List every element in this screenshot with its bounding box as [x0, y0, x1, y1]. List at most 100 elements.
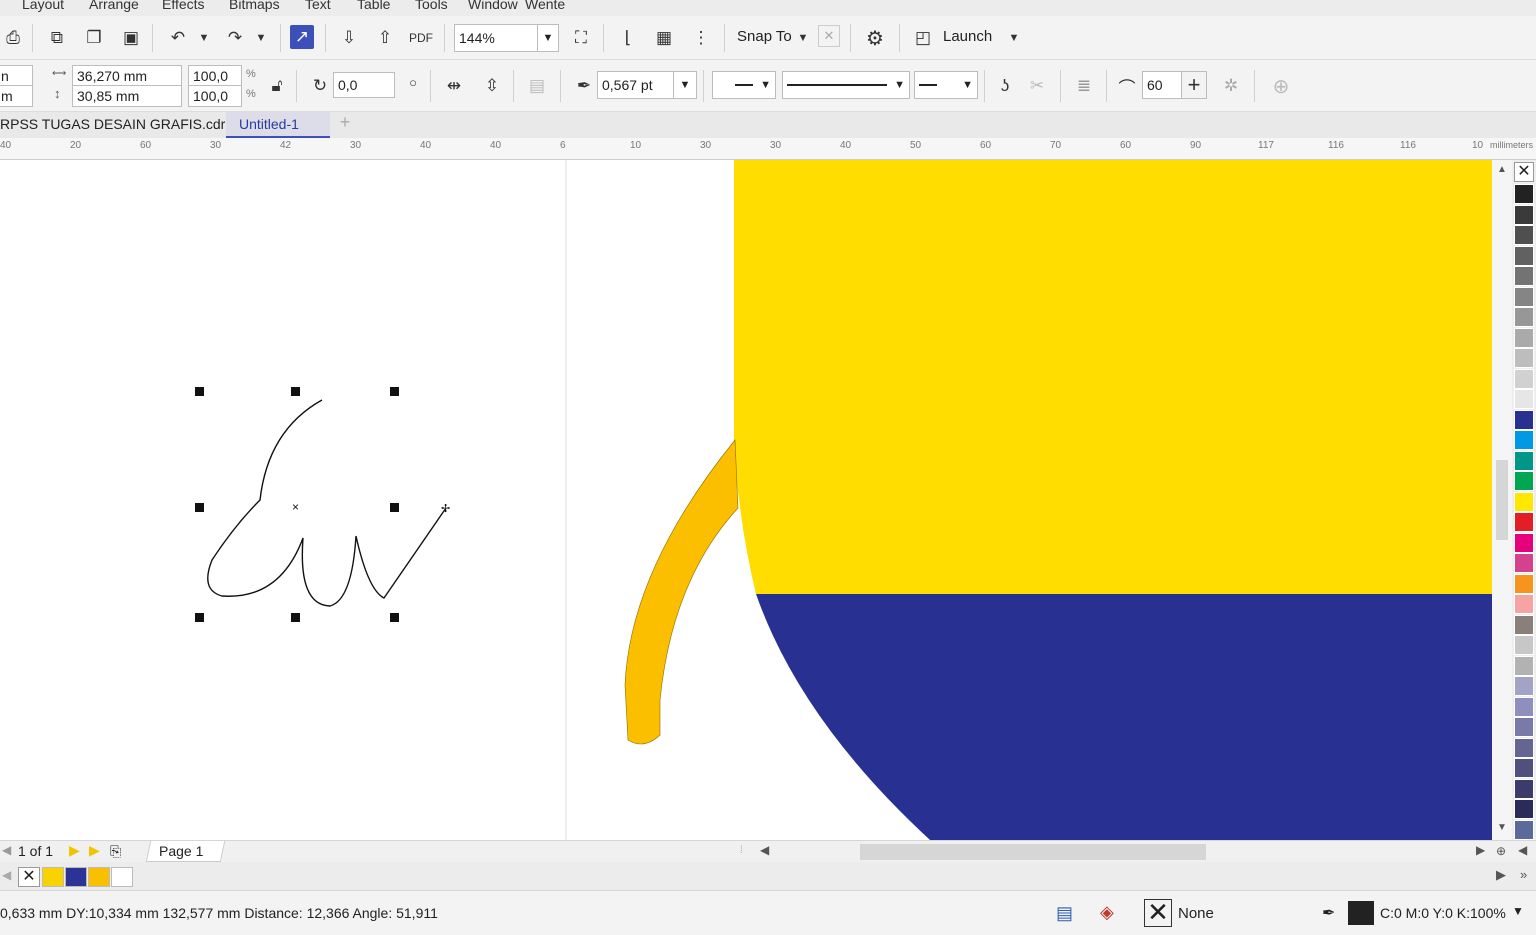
text-wrap-icon[interactable]: ≣	[1071, 73, 1097, 99]
selection-handle[interactable]	[390, 503, 399, 512]
palette-color-swatch[interactable]	[1514, 266, 1534, 286]
palette-color-swatch[interactable]	[1514, 532, 1534, 553]
document-color-swatch[interactable]	[88, 867, 110, 887]
position-y-field[interactable]: m	[0, 85, 33, 107]
palette-color-swatch[interactable]	[1514, 225, 1534, 245]
doc-palette-right-icon[interactable]: ▶	[1496, 867, 1506, 883]
lock-ratio-icon[interactable]: 🔓︎	[264, 73, 290, 99]
menu-table[interactable]: Table	[357, 0, 390, 12]
palette-color-swatch[interactable]	[1514, 389, 1534, 409]
selection-handle[interactable]	[291, 613, 300, 622]
palette-color-swatch[interactable]	[1514, 717, 1534, 737]
first-page-icon[interactable]: ◀	[2, 843, 11, 857]
palette-color-swatch[interactable]	[1514, 758, 1534, 778]
document-color-swatch[interactable]	[42, 867, 64, 887]
scroll-thumb[interactable]	[1496, 460, 1508, 540]
menu-layout[interactable]: Layout	[22, 0, 64, 12]
add-page-icon[interactable]: ⎘	[110, 843, 121, 860]
close-curve-icon[interactable]: ʖ	[992, 73, 1018, 99]
last-page-icon[interactable]: ▶	[89, 842, 100, 859]
mirror-vertical-icon[interactable]: ⇳	[479, 73, 505, 99]
selection-handle[interactable]	[195, 503, 204, 512]
palette-color-swatch[interactable]	[1514, 655, 1534, 676]
copy-icon[interactable]: ❐	[81, 25, 107, 51]
no-fill-swatch-icon[interactable]: ✕	[18, 867, 40, 887]
import-icon[interactable]: ⇩	[336, 25, 362, 51]
selection-handle[interactable]	[390, 387, 399, 396]
document-color-swatch[interactable]	[111, 867, 133, 887]
snap-to-button[interactable]: Snap To	[737, 28, 792, 45]
outline-width-dropdown-icon[interactable]: ▼	[673, 71, 697, 99]
zoom-level-field[interactable]: 144%	[454, 24, 538, 52]
wrap-text-icon[interactable]: ▤	[524, 73, 550, 99]
palette-color-swatch[interactable]	[1514, 676, 1534, 696]
scroll-up-icon[interactable]: ▲	[1497, 164, 1507, 175]
palette-color-swatch[interactable]	[1514, 819, 1534, 840]
gear-icon[interactable]: ⚙	[862, 25, 888, 51]
rulers-toggle-icon[interactable]: ⌊	[615, 25, 641, 51]
palette-color-swatch[interactable]	[1514, 594, 1534, 614]
tab-rpss-document[interactable]: RPSS TUGAS DESAIN GRAFIS.cdr	[0, 112, 226, 138]
scroll-left-icon[interactable]: ◀	[760, 843, 769, 857]
palette-color-swatch[interactable]	[1514, 696, 1534, 717]
launch-button[interactable]: Launch	[943, 28, 992, 45]
line-style-select[interactable]: ▼	[782, 71, 910, 99]
palette-color-swatch[interactable]	[1514, 409, 1534, 430]
tab-untitled-1[interactable]: Untitled-1	[226, 112, 330, 138]
zoom-dropdown-icon[interactable]: ▼	[537, 24, 559, 52]
undo-dropdown-icon[interactable]: ▼	[194, 23, 214, 53]
selection-handle[interactable]	[195, 613, 204, 622]
vertical-scrollbar[interactable]: ▲ ▼	[1492, 160, 1512, 840]
publish-pdf-icon[interactable]: PDF	[408, 25, 434, 51]
add-crosshair-icon[interactable]: ⊕	[1268, 73, 1294, 99]
full-screen-icon[interactable]: ⛶	[568, 25, 594, 51]
palette-color-swatch[interactable]	[1514, 614, 1534, 635]
object-width-field[interactable]: 36,270 mm	[72, 65, 182, 87]
end-arrowhead-select[interactable]: ▼	[914, 71, 978, 99]
cup-handle-shape[interactable]	[624, 439, 739, 745]
rotation-angle-field[interactable]: 0,0	[333, 72, 395, 98]
selection-handle[interactable]	[390, 613, 399, 622]
outline-width-field[interactable]: 0,567 pt	[597, 71, 674, 99]
undo-icon[interactable]: ↶	[165, 25, 191, 51]
scale-width-field[interactable]: 100,0	[188, 65, 242, 87]
next-page-icon[interactable]: ▶	[69, 842, 80, 859]
node-effect-icon[interactable]: ✲	[1218, 73, 1244, 99]
palette-color-swatch[interactable]	[1514, 778, 1534, 799]
palette-scroll-left-icon[interactable]: ◀	[1518, 843, 1527, 857]
menu-effects[interactable]: Effects	[162, 0, 205, 12]
export-icon[interactable]: ⇧	[372, 25, 398, 51]
no-color-swatch-icon[interactable]: ✕	[1514, 162, 1534, 182]
palette-color-swatch[interactable]	[1514, 348, 1534, 368]
menu-arrange[interactable]: Arrange	[89, 0, 139, 12]
menu-text[interactable]: Text	[305, 0, 331, 12]
scroll-right-icon[interactable]: ▶	[1476, 843, 1485, 857]
selection-handle[interactable]	[291, 387, 300, 396]
menu-bitmaps[interactable]: Bitmaps	[229, 0, 280, 12]
palette-color-swatch[interactable]	[1514, 286, 1534, 307]
outline-pen-icon[interactable]: ✒	[1322, 903, 1335, 923]
palette-color-swatch[interactable]	[1514, 204, 1534, 225]
status-dropdown-icon[interactable]: ▼	[1512, 904, 1524, 918]
palette-color-swatch[interactable]	[1514, 471, 1534, 491]
position-x-field[interactable]: n	[0, 65, 33, 87]
menu-tools[interactable]: Tools	[415, 0, 448, 12]
palette-color-swatch[interactable]	[1514, 184, 1534, 204]
smoothing-field[interactable]: 60	[1142, 71, 1182, 99]
new-tab-plus-icon[interactable]: +	[336, 112, 354, 136]
yellow-shape[interactable]	[734, 160, 1492, 594]
cut-icon[interactable]: ⧉	[44, 25, 70, 51]
freehand-curve[interactable]	[207, 399, 447, 607]
palette-color-swatch[interactable]	[1514, 737, 1534, 758]
start-arrowhead-select[interactable]: ▼	[712, 71, 776, 99]
palette-color-swatch[interactable]	[1514, 307, 1534, 327]
guidelines-toggle-icon[interactable]: ⋮	[688, 25, 714, 51]
scale-height-field[interactable]: 100,0	[188, 85, 242, 107]
paste-icon[interactable]: ▣	[118, 25, 144, 51]
mirror-horizontal-icon[interactable]: ⇹	[441, 73, 467, 99]
palette-color-swatch[interactable]	[1514, 450, 1534, 471]
horizontal-scroll-thumb[interactable]	[860, 844, 1206, 860]
snap-off-icon[interactable]: ✕	[818, 25, 840, 47]
redo-icon[interactable]: ↷	[222, 25, 248, 51]
zoom-to-fit-icon[interactable]: ⊕	[1496, 844, 1506, 858]
